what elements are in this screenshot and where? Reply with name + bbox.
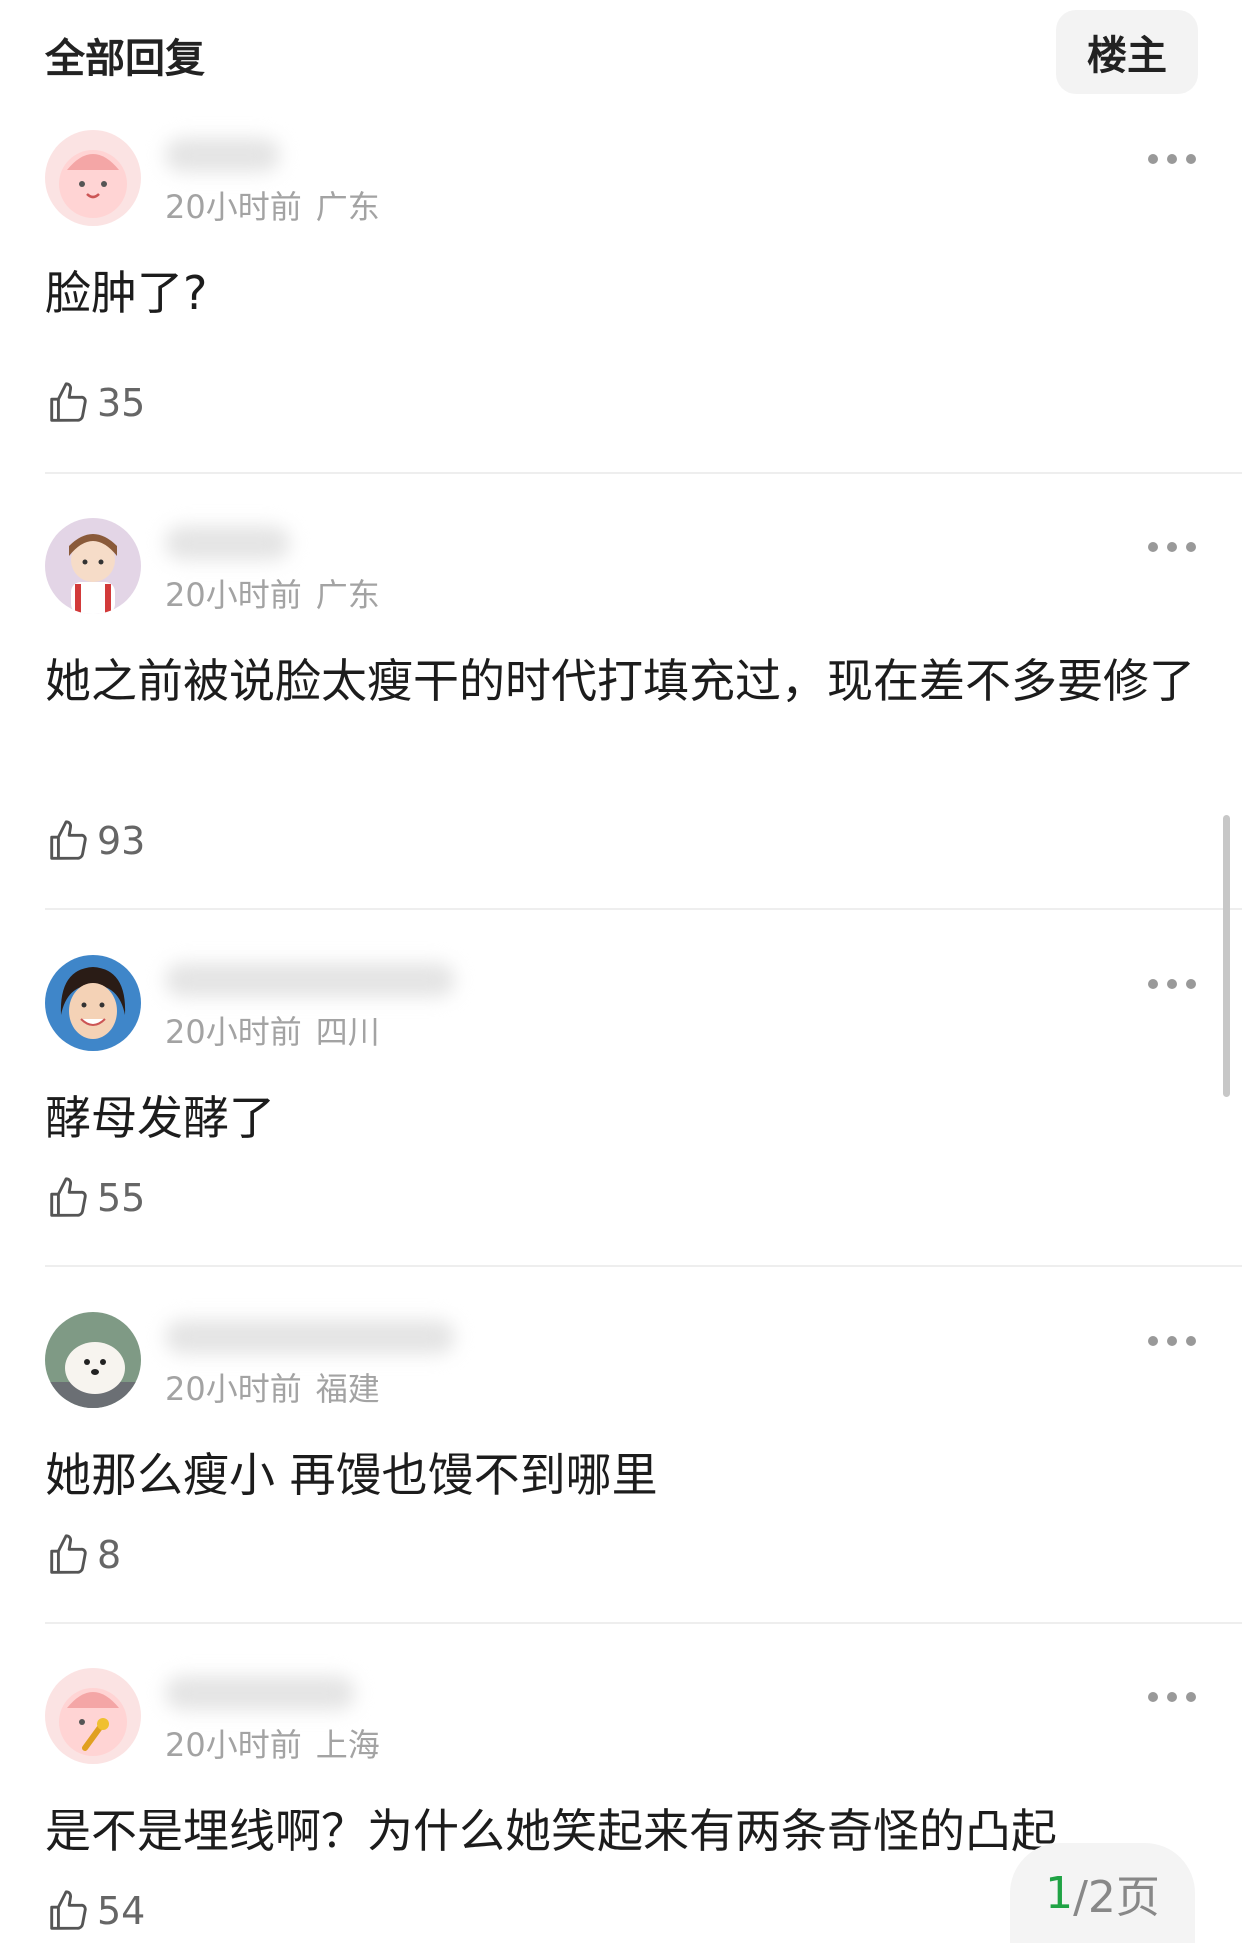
- thumbs-up-icon: [50, 1534, 87, 1574]
- divider: [45, 1622, 1242, 1624]
- comment-location: 四川: [315, 1013, 380, 1051]
- like-button[interactable]: 35: [45, 378, 145, 428]
- like-button[interactable]: 8: [45, 1530, 121, 1580]
- header: 全部回复 楼主: [0, 0, 1242, 110]
- comment-meta: 20小时前 福建: [165, 1364, 380, 1410]
- comment-meta: 20小时前 四川: [165, 1007, 380, 1053]
- comment-text: 是不是埋线啊？为什么她笑起来有两条奇怪的凸起: [45, 1804, 1057, 1858]
- page-indicator[interactable]: 1/2页: [1010, 1843, 1195, 1943]
- more-options-icon[interactable]: [1148, 540, 1196, 554]
- thumbs-up-icon: [50, 820, 87, 860]
- like-count: 55: [97, 1176, 146, 1220]
- comment-time: 20小时前: [165, 188, 302, 226]
- divider: [45, 472, 1242, 474]
- username-blurred[interactable]: [165, 1320, 455, 1354]
- comment-text: 她之前被说脸太瘦干的时代打填充过，现在差不多要修了: [45, 654, 1195, 708]
- username-blurred[interactable]: [165, 1676, 355, 1710]
- more-options-icon[interactable]: [1148, 152, 1196, 166]
- username-blurred[interactable]: [165, 526, 290, 560]
- comment-meta: 20小时前 广东: [165, 570, 380, 616]
- comment-text: 脸肿了?: [45, 266, 208, 320]
- avatar[interactable]: [45, 518, 141, 614]
- comment-location: 广东: [315, 576, 380, 614]
- more-options-icon[interactable]: [1148, 977, 1196, 991]
- thumbs-up-icon: [50, 1177, 87, 1217]
- divider: [45, 908, 1242, 910]
- like-button[interactable]: 93: [45, 816, 145, 866]
- comment-text: 酵母发酵了: [45, 1091, 275, 1145]
- divider: [45, 1265, 1242, 1267]
- thumbs-up-icon: [50, 1890, 87, 1930]
- comment-time: 20小时前: [165, 1013, 302, 1051]
- comment-location: 福建: [315, 1370, 380, 1408]
- username-blurred[interactable]: [165, 138, 280, 172]
- like-button[interactable]: 55: [45, 1173, 145, 1223]
- like-count: 35: [97, 381, 146, 425]
- comment-location: 上海: [315, 1726, 380, 1764]
- owner-only-button[interactable]: 楼主: [1056, 10, 1198, 94]
- total-pages: /2页: [1073, 1872, 1160, 1923]
- comment-text: 她那么瘦小 再馒也馒不到哪里: [45, 1448, 658, 1502]
- comment-time: 20小时前: [165, 576, 302, 614]
- like-count: 93: [97, 819, 146, 863]
- more-options-icon[interactable]: [1148, 1690, 1196, 1704]
- comment-location: 广东: [315, 188, 380, 226]
- comment-time: 20小时前: [165, 1726, 302, 1764]
- avatar[interactable]: [45, 955, 141, 1051]
- thumbs-up-icon: [50, 382, 87, 422]
- username-blurred[interactable]: [165, 963, 455, 997]
- like-count: 54: [97, 1889, 146, 1933]
- scrollbar[interactable]: [1223, 815, 1230, 1097]
- comment-time: 20小时前: [165, 1370, 302, 1408]
- avatar[interactable]: [45, 1668, 141, 1764]
- like-button[interactable]: 54: [45, 1886, 145, 1936]
- like-count: 8: [97, 1533, 122, 1577]
- avatar[interactable]: [45, 130, 141, 226]
- comment-meta: 20小时前 广东: [165, 182, 380, 228]
- page-title: 全部回复: [45, 36, 205, 82]
- comment-meta: 20小时前 上海: [165, 1720, 380, 1766]
- current-page: 1: [1045, 1867, 1074, 1919]
- more-options-icon[interactable]: [1148, 1334, 1196, 1348]
- avatar[interactable]: [45, 1312, 141, 1408]
